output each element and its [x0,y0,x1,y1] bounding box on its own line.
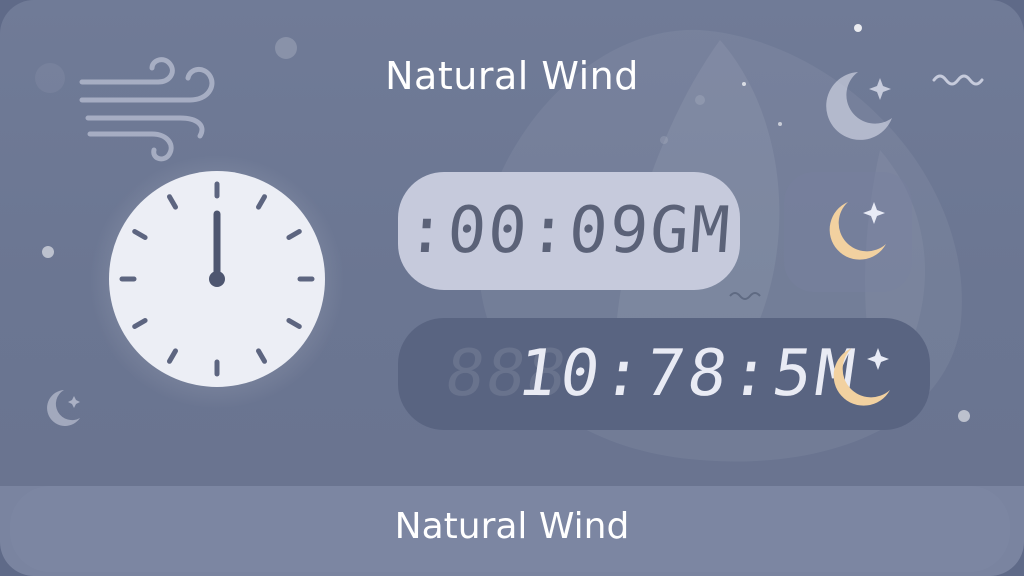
mode-label: Natural Wind [394,506,630,547]
wind-icon [79,57,215,162]
moon-decor-left-icon [47,390,80,426]
app-panel: Natural Wind :00:09GM 888 10:78:5M Natur… [0,0,1024,576]
timer-primary-digits: :00:09GM [404,194,734,268]
moon-icon[interactable] [822,340,896,414]
clock-icon[interactable] [106,168,328,390]
moon-icon[interactable] [818,194,892,268]
timer-secondary-digits: 10:78:5M [512,337,864,411]
timer-display-primary[interactable]: :00:09GM [398,172,740,290]
